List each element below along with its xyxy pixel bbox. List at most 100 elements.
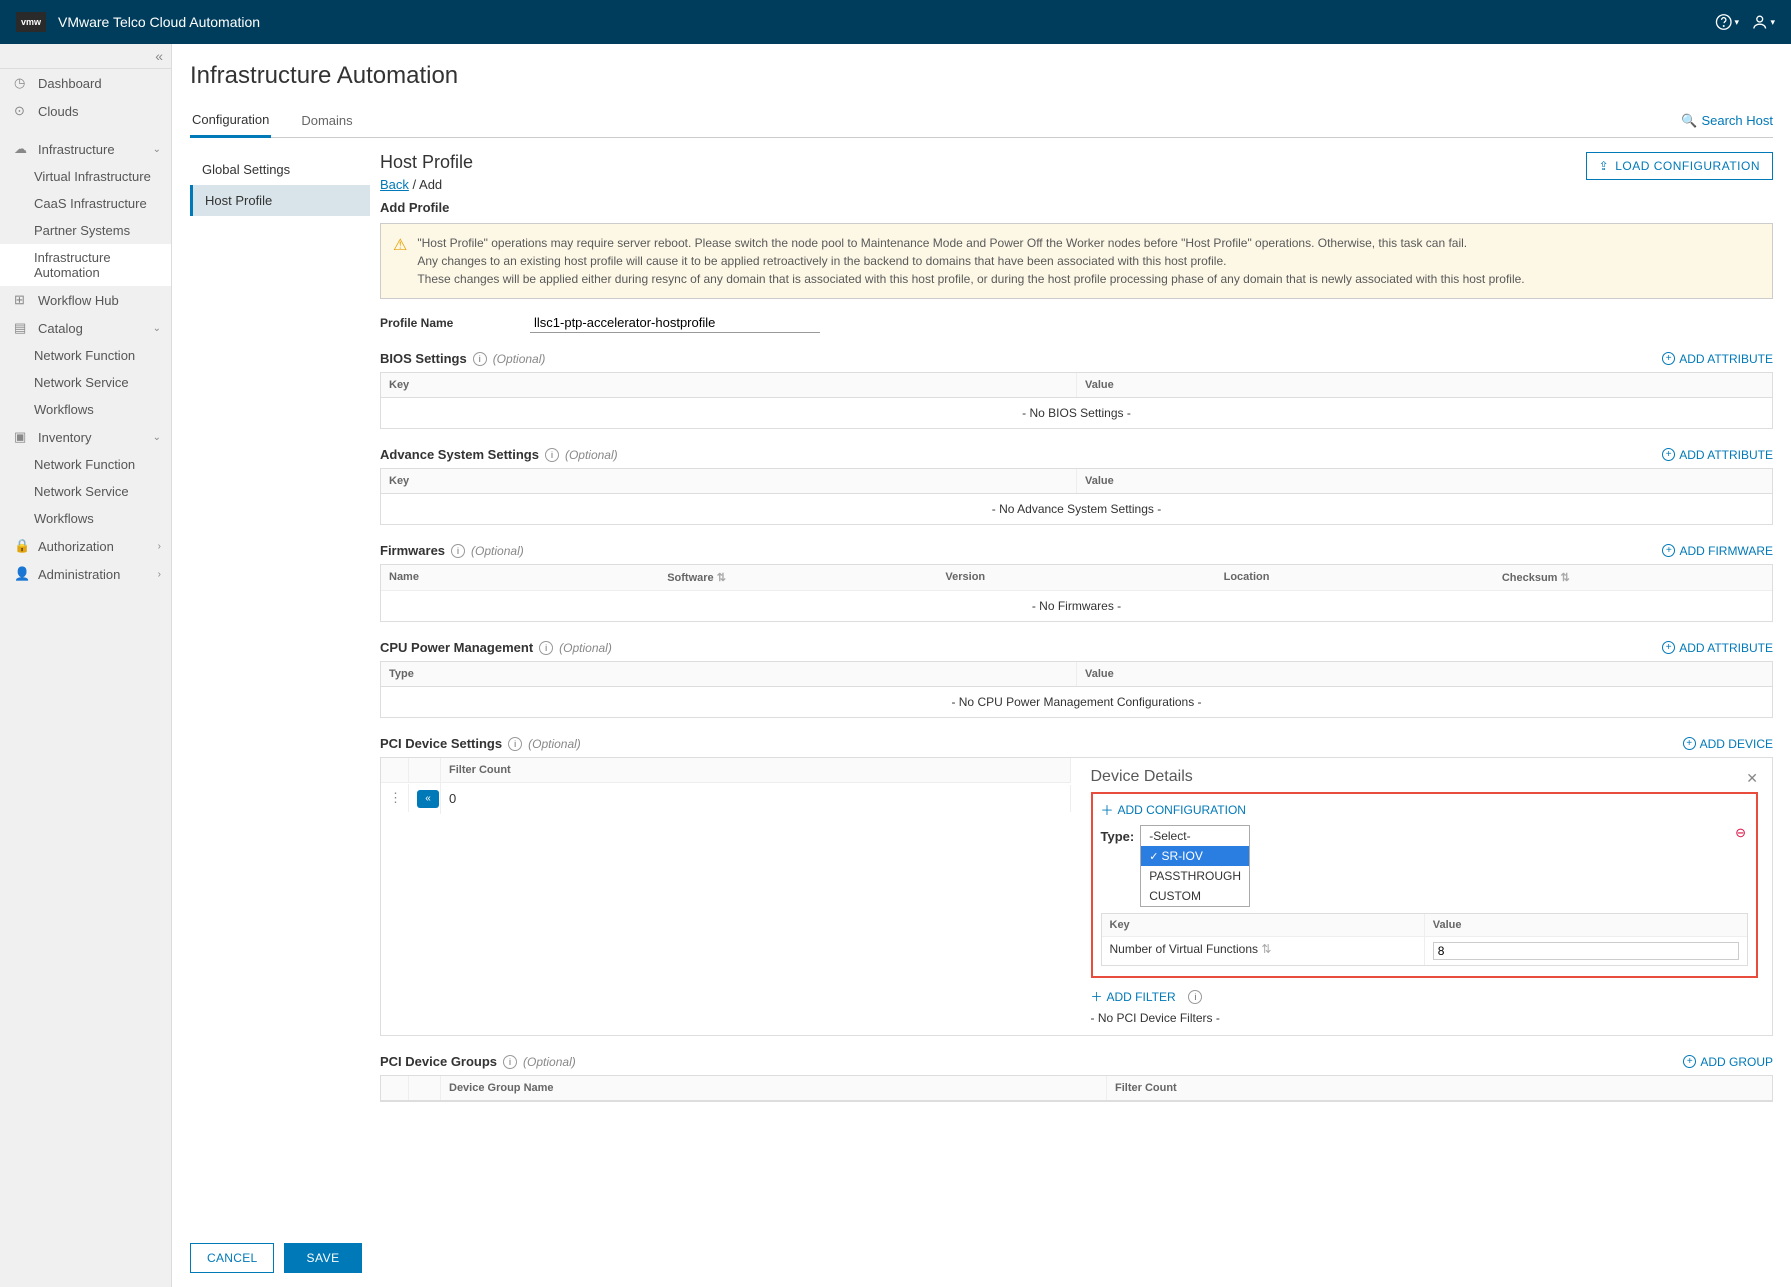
pci-section-title: PCI Device Settings	[380, 736, 502, 751]
sidebar-item-dashboard[interactable]: ◷Dashboard	[0, 69, 171, 97]
user-icon[interactable]: ▾	[1751, 10, 1775, 34]
sidebar-item-authorization[interactable]: 🔒Authorization›	[0, 532, 171, 560]
sidebar-item-infrastructure[interactable]: ☁Infrastructure⌄	[0, 135, 171, 163]
vmware-logo: vmw	[16, 12, 46, 32]
sidebar-item-administration[interactable]: 👤Administration›	[0, 560, 171, 588]
sidebar-item-workflow-hub[interactable]: ⊞Workflow Hub	[0, 286, 171, 314]
host-profile-heading: Host Profile	[380, 152, 473, 173]
sidebar-item-inventory-wf[interactable]: Workflows	[0, 505, 171, 532]
chevron-left-icon: «	[155, 48, 163, 64]
nvf-input[interactable]	[1433, 942, 1739, 960]
lock-icon: 🔒	[14, 538, 30, 554]
subnav-global-settings[interactable]: Global Settings	[190, 154, 370, 185]
search-icon: 🔍	[1681, 113, 1697, 128]
warning-alert: ⚠ "Host Profile" operations may require …	[380, 223, 1773, 299]
sidebar-item-inventory-nf[interactable]: Network Function	[0, 451, 171, 478]
profile-name-label: Profile Name	[380, 316, 530, 330]
pcg-section-title: PCI Device Groups	[380, 1054, 497, 1069]
info-icon[interactable]: i	[539, 641, 553, 655]
info-icon[interactable]: i	[545, 448, 559, 462]
type-option-select[interactable]: -Select-	[1141, 826, 1249, 846]
no-filters-text: - No PCI Device Filters -	[1091, 1011, 1759, 1025]
help-icon[interactable]: ▾	[1715, 10, 1739, 34]
search-host-link[interactable]: 🔍Search Host	[1681, 113, 1773, 129]
user-icon: 👤	[14, 566, 30, 582]
add-profile-label: Add Profile	[380, 200, 1773, 215]
add-attribute-advance[interactable]: +ADD ATTRIBUTE	[1662, 448, 1773, 462]
chevron-down-icon: ⌄	[153, 144, 161, 155]
info-icon[interactable]: i	[451, 544, 465, 558]
sidebar: « ◷Dashboard ⊙Clouds ☁Infrastructure⌄ Vi…	[0, 44, 172, 1287]
sidebar-item-catalog[interactable]: ▤Catalog⌄	[0, 314, 171, 342]
collapse-icon[interactable]: «	[417, 790, 439, 808]
add-firmware[interactable]: +ADD FIRMWARE	[1662, 544, 1773, 558]
plus-icon: ＋	[1101, 800, 1114, 819]
plus-icon: +	[1662, 641, 1675, 654]
type-option-sriov[interactable]: SR-IOV	[1141, 846, 1249, 866]
add-filter-link[interactable]: ＋ADD FILTER i	[1091, 988, 1209, 1005]
cancel-button[interactable]: CANCEL	[190, 1243, 274, 1273]
type-option-passthrough[interactable]: PASSTHROUGH	[1141, 866, 1249, 886]
topbar: vmw VMware Telco Cloud Automation ▾ ▾	[0, 0, 1791, 44]
chevron-right-icon: ›	[158, 569, 161, 580]
type-label: Type:	[1101, 825, 1135, 844]
info-icon[interactable]: i	[503, 1055, 517, 1069]
sidebar-collapse[interactable]: «	[0, 44, 171, 69]
pci-device-row[interactable]: ⋮ « 0	[381, 783, 1071, 814]
sidebar-item-virtual-infra[interactable]: Virtual Infrastructure	[0, 163, 171, 190]
type-dropdown[interactable]: -Select- SR-IOV PASSTHROUGH CUSTOM	[1140, 825, 1250, 907]
load-configuration-button[interactable]: ⇪ LOAD CONFIGURATION	[1586, 152, 1773, 180]
page-title: Infrastructure Automation	[190, 62, 1773, 90]
dashboard-icon: ◷	[14, 75, 30, 91]
plus-icon: ＋	[1091, 988, 1103, 1005]
warning-text: "Host Profile" operations may require se…	[417, 234, 1524, 288]
add-attribute-cpu[interactable]: +ADD ATTRIBUTE	[1662, 641, 1773, 655]
subnav-host-profile[interactable]: Host Profile	[190, 185, 370, 216]
tabs: Configuration Domains 🔍Search Host	[190, 104, 1773, 138]
tab-domains[interactable]: Domains	[299, 105, 354, 136]
plus-icon: +	[1683, 737, 1696, 750]
sidebar-item-caas-infra[interactable]: CaaS Infrastructure	[0, 190, 171, 217]
chevron-right-icon: ›	[158, 541, 161, 552]
type-option-custom[interactable]: CUSTOM	[1141, 886, 1249, 906]
chevron-down-icon: ⌄	[153, 432, 161, 443]
app-title: VMware Telco Cloud Automation	[58, 14, 260, 30]
clouds-icon: ⊙	[14, 103, 30, 119]
nvf-key: Number of Virtual Functions ⇅	[1102, 937, 1425, 965]
info-icon[interactable]: i	[473, 352, 487, 366]
tab-configuration[interactable]: Configuration	[190, 104, 271, 138]
device-details-highlight: ＋ADD CONFIGURATION Type: -Select- SR-IOV…	[1091, 792, 1759, 978]
sidebar-item-inventory-ns[interactable]: Network Service	[0, 478, 171, 505]
plus-icon: +	[1662, 544, 1675, 557]
subnav: Global Settings Host Profile	[190, 144, 370, 1112]
upload-icon: ⇪	[1599, 159, 1610, 173]
sidebar-item-clouds[interactable]: ⊙Clouds	[0, 97, 171, 125]
plus-icon: +	[1662, 352, 1675, 365]
delete-device-icon[interactable]: ⊖	[1735, 825, 1746, 841]
sidebar-item-catalog-wf[interactable]: Workflows	[0, 396, 171, 423]
back-link[interactable]: Back	[380, 177, 409, 192]
close-icon[interactable]: ✕	[1746, 770, 1758, 787]
catalog-icon: ▤	[14, 320, 30, 336]
info-icon[interactable]: i	[508, 737, 522, 751]
info-icon[interactable]: i	[1188, 990, 1202, 1004]
add-group[interactable]: +ADD GROUP	[1683, 1055, 1773, 1069]
add-attribute-bios[interactable]: +ADD ATTRIBUTE	[1662, 352, 1773, 366]
add-device[interactable]: +ADD DEVICE	[1683, 737, 1773, 751]
save-button[interactable]: SAVE	[284, 1243, 361, 1273]
workflow-icon: ⊞	[14, 292, 30, 308]
plus-icon: +	[1662, 448, 1675, 461]
kebab-icon[interactable]: ⋮	[381, 784, 409, 812]
sidebar-item-infra-automation[interactable]: Infrastructure Automation	[0, 244, 171, 286]
sidebar-item-partner-systems[interactable]: Partner Systems	[0, 217, 171, 244]
device-details-title: Device Details	[1091, 768, 1759, 786]
warning-icon: ⚠	[393, 234, 407, 288]
sidebar-item-inventory[interactable]: ▣Inventory⌄	[0, 423, 171, 451]
inventory-icon: ▣	[14, 429, 30, 445]
add-configuration-link[interactable]: ＋ADD CONFIGURATION	[1101, 800, 1246, 819]
advance-section-title: Advance System Settings	[380, 447, 539, 462]
sidebar-item-catalog-nf[interactable]: Network Function	[0, 342, 171, 369]
profile-name-input[interactable]	[530, 313, 820, 333]
plus-icon: +	[1683, 1055, 1696, 1068]
sidebar-item-catalog-ns[interactable]: Network Service	[0, 369, 171, 396]
